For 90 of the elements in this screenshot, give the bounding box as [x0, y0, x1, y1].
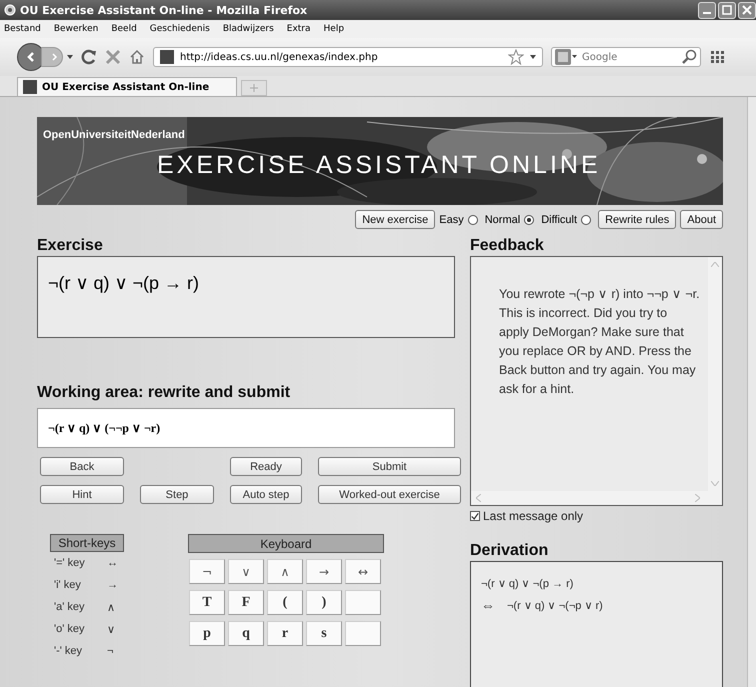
reload-icon[interactable] — [81, 49, 97, 65]
action-button[interactable]: Step — [140, 485, 214, 504]
star-icon[interactable] — [508, 49, 524, 65]
action-button[interactable]: Submit — [318, 457, 461, 476]
header-button[interactable]: Rewrite rules — [598, 210, 676, 229]
maximize-icon — [722, 5, 732, 15]
keyboard-key[interactable]: ↔ — [345, 559, 381, 584]
difficulty-label: Difficult — [541, 214, 578, 226]
search-icon[interactable] — [681, 49, 697, 65]
header-button[interactable]: About — [680, 210, 723, 229]
action-button[interactable]: Back — [40, 457, 124, 476]
action-button[interactable]: Ready — [230, 457, 302, 476]
site-icon — [23, 80, 37, 94]
page-scrollbar[interactable] — [747, 97, 756, 687]
home-icon[interactable] — [129, 49, 145, 65]
shortcut-key: '-' key — [50, 645, 107, 657]
shortcut-symbol: ∧ — [107, 600, 115, 614]
section-heading: Exercise — [37, 237, 104, 256]
exercise-formula: ¬(r ∨ q) ∨ ¬(p → r) — [48, 273, 200, 293]
menu-item[interactable]: Geschiedenis — [150, 24, 210, 34]
browser-icon — [4, 4, 16, 16]
check-icon — [471, 512, 479, 520]
keyboard-key[interactable]: r — [267, 621, 303, 646]
difficulty-radio[interactable] — [581, 214, 592, 224]
keyboard-key[interactable]: ¬ — [189, 559, 225, 584]
keyboard-key[interactable]: s — [306, 621, 342, 646]
equivalence-symbol: ⇔ — [481, 597, 495, 613]
stop-icon[interactable] — [105, 49, 121, 65]
keyboard-header: Keyboard — [188, 534, 384, 553]
keyboard-key[interactable]: ) — [306, 590, 342, 615]
keyboard-key[interactable]: ∨ — [228, 559, 264, 584]
action-button[interactable]: Auto step — [230, 485, 302, 504]
shortcut-key: 'o' key — [50, 623, 107, 635]
maximize-button[interactable] — [718, 2, 736, 18]
feedback-message: You rewrote ¬(¬p ∨ r) into ¬¬p ∨ ¬r. This is incorrect. Did you try to apply DeMorgan? Make sure that you replace OR by AND. Press the Back button and try again. You may ask for a hint. — [498, 286, 701, 398]
derivation-formula: ¬(r ∨ q) ∨ ¬(¬p ∨ r) — [507, 598, 603, 612]
menu-item[interactable]: Bestand — [4, 24, 41, 34]
difficulty-radio[interactable] — [468, 214, 478, 224]
short-keys-header: Short-keys — [50, 534, 124, 552]
shortcut-symbol: → — [107, 579, 118, 591]
header-button[interactable]: New exercise — [355, 210, 436, 229]
window-title: OU Exercise Assistant On-line - Mozilla Firefox — [20, 4, 308, 16]
banner-title: EXERCISE ASSISTANT ONLINE — [157, 151, 601, 180]
browser-tab[interactable]: OU Exercise Assistant On-line — [17, 77, 237, 96]
keyboard-key[interactable]: q — [228, 621, 264, 646]
section-heading: Derivation — [470, 542, 550, 561]
shortcut-key: 'a' key — [50, 601, 107, 613]
url-text: http://ideas.cs.uu.nl/genexas/index.php — [180, 52, 379, 62]
close-button[interactable] — [738, 2, 756, 18]
checkbox-label: Last message only — [483, 509, 584, 523]
keyboard-key[interactable]: F — [228, 590, 264, 615]
close-icon — [742, 5, 752, 15]
derivation-formula: ¬(r ∨ q) ∨ ¬(p → r) — [481, 576, 574, 590]
keyboard-key[interactable]: p — [189, 621, 225, 646]
menu-item[interactable]: Beeld — [111, 24, 137, 34]
search-box[interactable]: Google — [551, 47, 701, 67]
action-button[interactable]: Worked-out exercise — [318, 485, 461, 504]
menu-item[interactable]: Extra — [286, 24, 311, 34]
address-bar[interactable]: http://ideas.cs.uu.nl/genexas/index.php — [153, 47, 543, 67]
difficulty-label: Normal — [484, 214, 520, 226]
keyboard-key[interactable]: → — [306, 559, 342, 584]
blank-key[interactable] — [345, 621, 381, 646]
search-engine-icon[interactable] — [555, 49, 577, 65]
shortcut-symbol: ¬ — [107, 645, 114, 657]
difficulty-radio[interactable] — [524, 214, 534, 224]
checkbox[interactable] — [470, 511, 480, 521]
section-heading: Working area: rewrite and submit — [37, 384, 292, 403]
minimize-icon — [703, 12, 711, 14]
shortcut-symbol: ↔ — [107, 557, 118, 569]
shortcut-symbol: ∨ — [107, 622, 115, 636]
dropdown-icon[interactable] — [67, 55, 73, 59]
formula-input[interactable]: ¬(r ∨ q) ∨ (¬¬p ∨ ¬r) — [37, 408, 455, 448]
grid-icon[interactable] — [711, 51, 725, 63]
dropdown-icon[interactable] — [530, 55, 536, 59]
keyboard-key[interactable]: ( — [267, 590, 303, 615]
organization-name: OpenUniversiteitNederland — [43, 129, 185, 141]
shortcut-key: '=' key — [50, 557, 107, 569]
minimize-button[interactable] — [698, 2, 716, 18]
site-icon — [160, 50, 174, 64]
shortcut-key: 'i' key — [50, 579, 107, 591]
keyboard-key[interactable]: T — [189, 590, 225, 615]
menu-item[interactable]: Bewerken — [54, 24, 98, 34]
plus-icon — [250, 84, 258, 92]
blank-key[interactable] — [345, 590, 381, 615]
action-button[interactable]: Hint — [40, 485, 124, 504]
menu-item[interactable]: Help — [324, 24, 344, 34]
menu-item[interactable]: Bladwijzers — [222, 24, 274, 34]
difficulty-label: Easy — [439, 214, 464, 226]
section-heading: Feedback — [470, 237, 545, 256]
keyboard-key[interactable]: ∧ — [267, 559, 303, 584]
